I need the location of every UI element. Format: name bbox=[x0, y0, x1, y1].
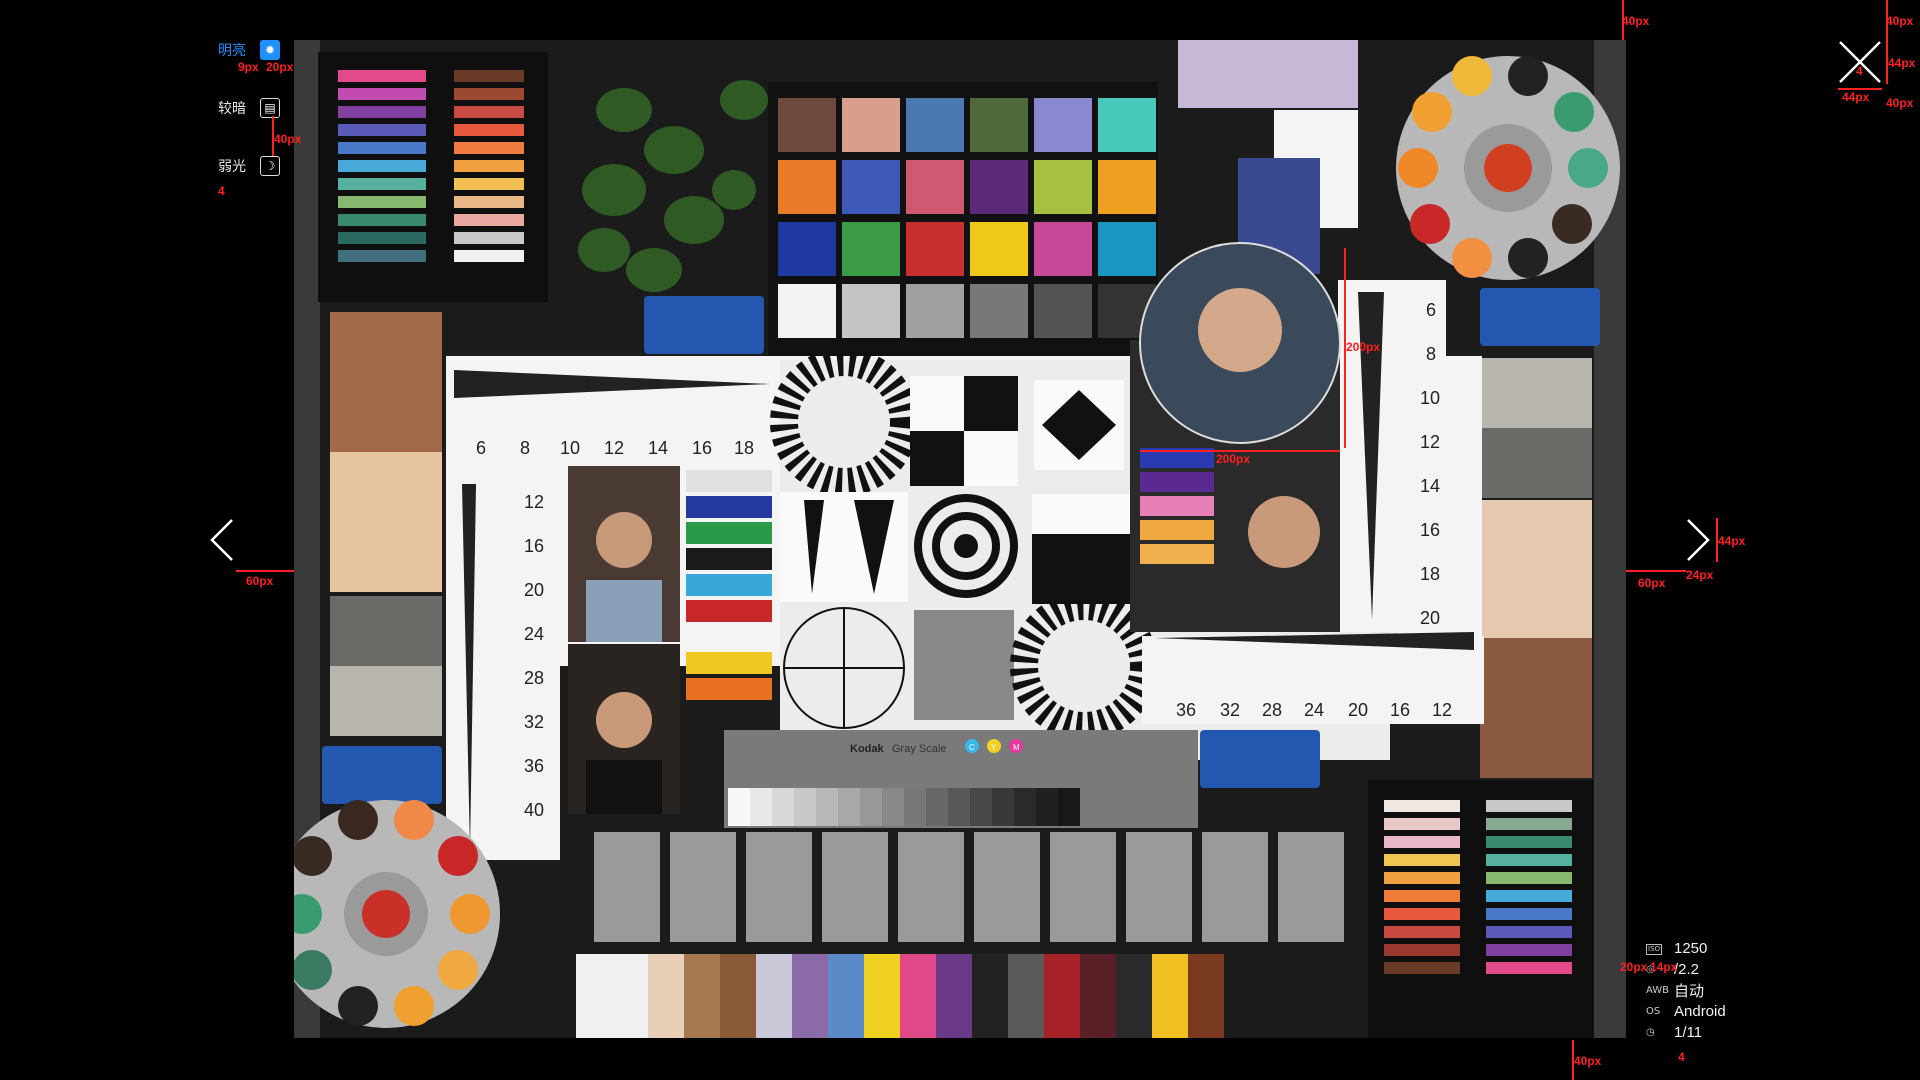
tick-label: 28 bbox=[1262, 700, 1282, 720]
mode-bright[interactable]: 明亮 ✹ bbox=[218, 40, 290, 60]
measure-label: 44px bbox=[1718, 534, 1746, 548]
tick-label: 6 bbox=[476, 438, 486, 458]
tick-label: 24 bbox=[524, 624, 544, 644]
tick-label: 32 bbox=[524, 712, 544, 732]
tick-label: 8 bbox=[1426, 344, 1436, 364]
tick-label: 16 bbox=[1420, 520, 1440, 540]
kodak-name: Gray Scale bbox=[892, 743, 946, 755]
chevron-right-icon bbox=[1687, 519, 1710, 561]
exif-iso-value: 1250 bbox=[1674, 940, 1708, 957]
exif-aperture-value: /2.2 bbox=[1674, 961, 1700, 978]
measure-line bbox=[236, 570, 294, 572]
tick-label: 20 bbox=[1348, 700, 1368, 720]
kodak-letter-m: M bbox=[1013, 743, 1020, 752]
measure-label: 44px bbox=[1888, 56, 1916, 70]
measure-label: 4 bbox=[218, 184, 225, 198]
tick-label: 18 bbox=[734, 438, 754, 458]
mode-dim[interactable]: 较暗 ▤ bbox=[218, 98, 290, 118]
tick-label: 16 bbox=[524, 536, 544, 556]
exif-row-awb: AWB 自动 bbox=[1646, 980, 1846, 1001]
tick-label: 40 bbox=[524, 800, 544, 820]
measure-label: 14px bbox=[1650, 960, 1678, 974]
measure-label: 40px bbox=[1622, 14, 1650, 28]
kodak-brand: Kodak bbox=[850, 743, 885, 755]
measure-label: 200px bbox=[1216, 452, 1251, 466]
measure-label: 40px bbox=[274, 132, 302, 146]
tick-label: 16 bbox=[692, 438, 712, 458]
tick-label: 6 bbox=[1426, 300, 1436, 320]
exif-awb-value: 自动 bbox=[1674, 983, 1705, 1000]
kodak-letter-y: Y bbox=[991, 743, 997, 752]
tick-label: 20 bbox=[524, 580, 544, 600]
exif-row-shutter: ◷ 1/11 bbox=[1646, 1022, 1846, 1043]
mode-bright-label: 明亮 bbox=[218, 42, 246, 58]
measure-label: 24px bbox=[1686, 568, 1714, 582]
tick-label: 14 bbox=[648, 438, 668, 458]
tick-label: 10 bbox=[1420, 388, 1440, 408]
tick-label: 12 bbox=[604, 438, 624, 458]
tick-label: 20 bbox=[1420, 608, 1440, 628]
test-chart-photo: 6 8 10 12 14 16 18 12 16 20 24 28 32 36 … bbox=[294, 40, 1626, 1038]
exif-info-panel: ISO 1250 ◎ /2.2 AWB 自动 OS Android ◷ 1/11 bbox=[1646, 938, 1846, 1043]
mode-lowlight[interactable]: 弱光 ☽ bbox=[218, 156, 290, 176]
tick-label: 36 bbox=[1176, 700, 1196, 720]
measure-label: 44px bbox=[1842, 90, 1870, 104]
tick-label: 32 bbox=[1220, 700, 1240, 720]
tick-label: 24 bbox=[1304, 700, 1324, 720]
measure-label: 4 bbox=[1678, 1050, 1685, 1064]
measure-line bbox=[1626, 570, 1686, 572]
chevron-left-icon bbox=[210, 519, 233, 561]
exif-row-os: OS Android bbox=[1646, 1001, 1846, 1022]
clock-icon: ◷ bbox=[1646, 1027, 1655, 1038]
next-image-button[interactable] bbox=[1676, 518, 1720, 562]
measure-label: 4 bbox=[1856, 64, 1863, 78]
mode-lowlight-label: 弱光 bbox=[218, 158, 246, 174]
tick-label: 18 bbox=[1420, 564, 1440, 584]
iso-icon: ISO bbox=[1646, 943, 1663, 955]
measure-label: 20px bbox=[1620, 960, 1648, 974]
exif-row-iso: ISO 1250 bbox=[1646, 938, 1846, 959]
sun-icon: ✹ bbox=[260, 40, 280, 60]
mode-dim-label: 较暗 bbox=[218, 100, 246, 116]
measure-label: 20px bbox=[266, 60, 294, 74]
tick-label: 28 bbox=[524, 668, 544, 688]
tick-label: 12 bbox=[1420, 432, 1440, 452]
test-chart-image: 6 8 10 12 14 16 18 12 16 20 24 28 32 36 … bbox=[294, 40, 1626, 1038]
measure-label: 9px bbox=[238, 60, 259, 74]
tick-label: 16 bbox=[1390, 700, 1410, 720]
tick-label: 10 bbox=[560, 438, 580, 458]
prev-image-button[interactable] bbox=[200, 518, 244, 562]
tick-label: 36 bbox=[524, 756, 544, 776]
keyboard-icon: ▤ bbox=[260, 98, 280, 118]
moon-icon: ☽ bbox=[260, 156, 280, 176]
measure-label: 40px bbox=[1886, 14, 1914, 28]
tick-label: 8 bbox=[520, 438, 530, 458]
measure-label: 40px bbox=[1886, 96, 1914, 110]
exif-awb-key: AWB bbox=[1646, 985, 1670, 996]
measure-label: 60px bbox=[1638, 576, 1666, 590]
exif-os-value: Android bbox=[1674, 1003, 1726, 1020]
measure-label: 40px bbox=[1574, 1054, 1602, 1068]
kodak-letter-c: C bbox=[969, 743, 975, 752]
measure-label: 200px bbox=[1346, 340, 1381, 354]
exif-shutter-value: 1/11 bbox=[1674, 1024, 1703, 1041]
tick-label: 12 bbox=[1432, 700, 1452, 720]
measure-label: 60px bbox=[246, 574, 274, 588]
exif-os-key: OS bbox=[1646, 1006, 1661, 1017]
tick-label: 14 bbox=[1420, 476, 1440, 496]
tick-label: 12 bbox=[524, 492, 544, 512]
